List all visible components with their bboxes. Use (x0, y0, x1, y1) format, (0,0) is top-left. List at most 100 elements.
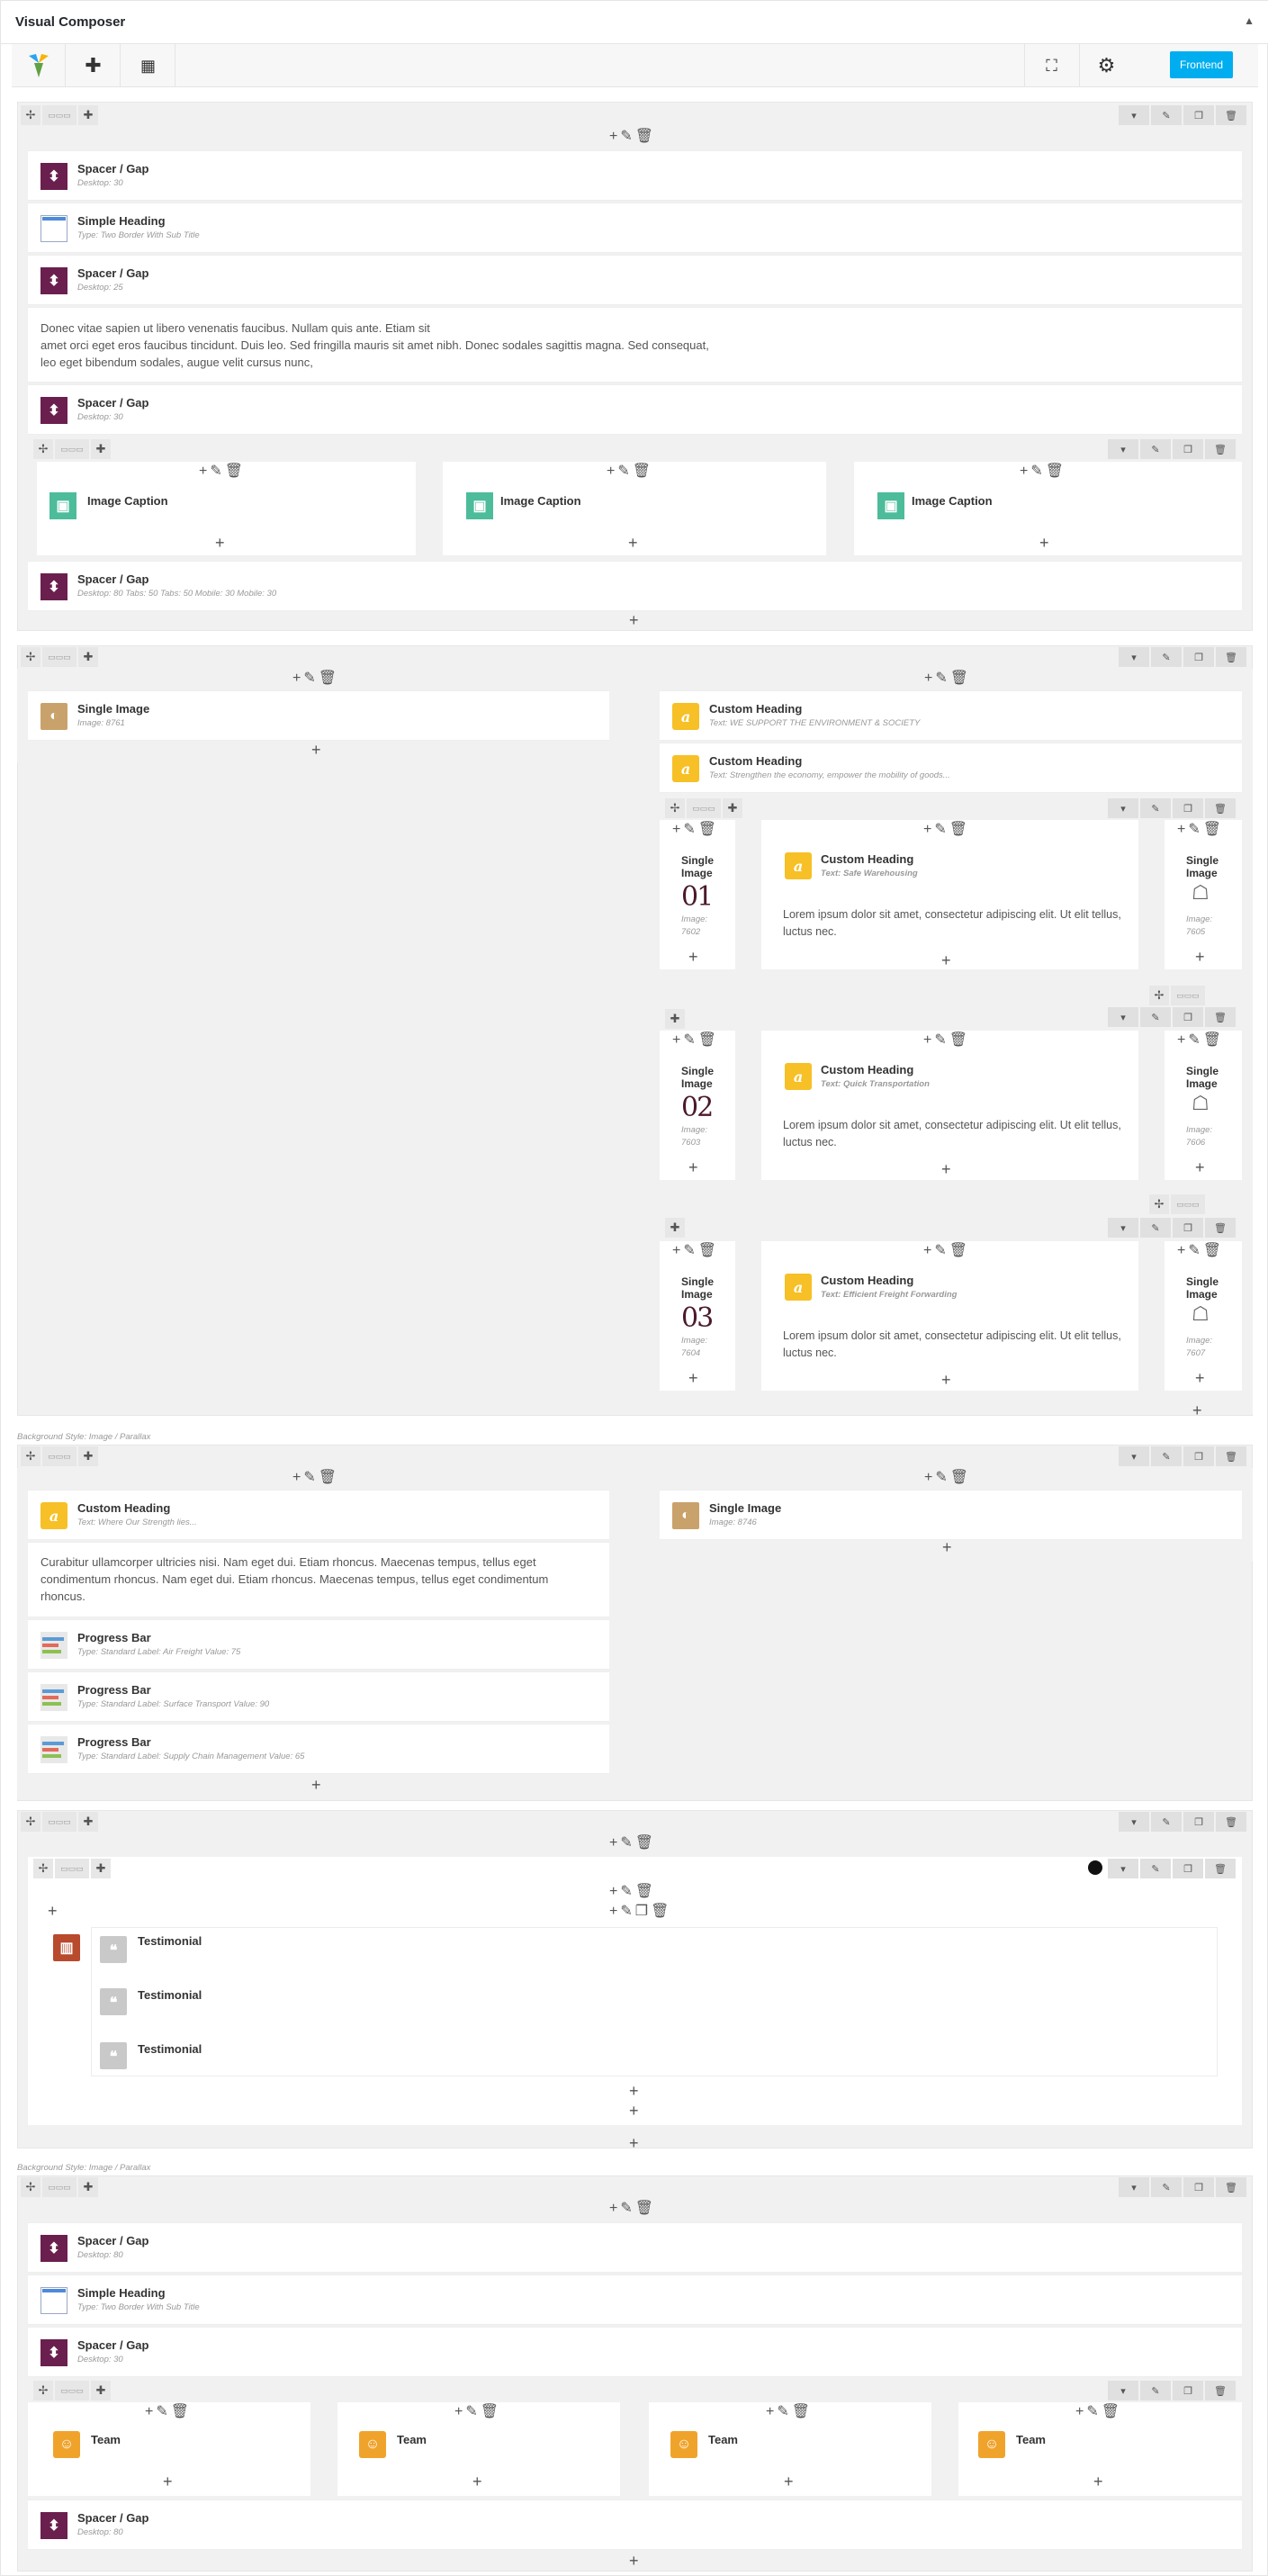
add-element-plus[interactable]: + (629, 2102, 639, 2121)
element-name[interactable]: Image Caption (500, 494, 581, 508)
column-controls[interactable]: +✎🗑 (924, 669, 971, 687)
add-column-icon[interactable]: ✚ (723, 798, 742, 818)
element-name[interactable]: Single Image (1186, 1065, 1231, 1090)
layout-icon[interactable]: ▭▭▭ (42, 647, 76, 667)
row-5-controls-left[interactable]: ✢ ▭▭▭ ✚ (21, 2177, 98, 2197)
layout-icon[interactable]: ▭▭▭ (55, 439, 89, 459)
add-column-icon[interactable]: ✚ (78, 1812, 98, 1832)
add-element-plus[interactable]: + (1192, 1401, 1202, 1420)
add-column-icon[interactable]: ✚ (665, 1009, 685, 1029)
clone-icon[interactable]: ❐ (1183, 1812, 1214, 1832)
text-block-content[interactable]: Lorem ipsum dolor sit amet, consectetur … (783, 1328, 1125, 1362)
column-controls[interactable]: +✎🗑 (766, 2402, 813, 2420)
add-element-plus[interactable]: + (784, 2472, 794, 2491)
delete-icon[interactable]: 🗑 (1216, 2177, 1246, 2197)
inner-row-controls-left[interactable]: ✢ ▭▭▭ ✚ (33, 439, 111, 459)
column-controls[interactable]: +✎🗑 (672, 1031, 719, 1049)
move-icon[interactable]: ✢ (1149, 1194, 1169, 1214)
move-icon[interactable]: ✢ (665, 798, 685, 818)
inner-row-move-controls[interactable]: ✢ ▭▭▭ (1149, 986, 1205, 1005)
templates-icon[interactable]: ▦ (121, 44, 175, 87)
add-element-plus[interactable]: + (311, 1776, 321, 1795)
add-element-plus[interactable]: + (311, 741, 321, 760)
add-element-plus[interactable]: + (688, 1369, 698, 1388)
delete-icon[interactable]: 🗑 (1205, 439, 1236, 459)
add-element-plus[interactable]: + (1195, 1158, 1205, 1177)
add-element-plus[interactable]: + (1195, 948, 1205, 967)
progress-bar-element[interactable]: Progress Bar Type: Standard Label: Suppl… (28, 1724, 609, 1774)
add-element-plus[interactable]: + (1195, 1369, 1205, 1388)
layout-icon[interactable]: ▭▭▭ (42, 105, 76, 125)
column-controls[interactable]: +✎🗑 (145, 2402, 192, 2420)
delete-icon[interactable]: 🗑 (1216, 647, 1246, 667)
edit-icon[interactable]: ✎ (1151, 1812, 1182, 1832)
element-name[interactable]: Team (91, 2433, 121, 2446)
toggle-icon[interactable]: ▾ (1119, 2177, 1149, 2197)
toggle-icon[interactable]: ▾ (1108, 1859, 1138, 1878)
add-column-icon[interactable]: ✚ (78, 647, 98, 667)
clone-icon[interactable]: ❐ (1173, 1218, 1203, 1238)
inner-row-controls-left[interactable]: ✢ ▭▭▭ ✚ (33, 2381, 111, 2400)
clone-icon[interactable]: ❐ (1183, 2177, 1214, 2197)
inner-row-controls-left[interactable]: ✢ ▭▭▭ ✚ (33, 1859, 111, 1878)
column-controls[interactable]: +✎🗑 (1075, 2402, 1122, 2420)
add-column-icon[interactable]: ✚ (78, 2177, 98, 2197)
spacer-element[interactable]: ⬍ Spacer / Gap Desktop: 80 (28, 2499, 1242, 2550)
add-element-plus[interactable]: + (48, 1902, 58, 1921)
column-controls[interactable]: +✎🗑 (923, 1241, 970, 1259)
heading-element[interactable]: Simple Heading Type: Two Border With Sub… (28, 2274, 1242, 2325)
clone-icon[interactable]: ❐ (1173, 1007, 1203, 1027)
add-column-icon[interactable]: ✚ (665, 1218, 685, 1238)
edit-icon[interactable]: ✎ (1140, 2381, 1171, 2400)
move-icon[interactable]: ✢ (21, 105, 40, 125)
move-icon[interactable]: ✢ (33, 2381, 53, 2400)
toggle-icon[interactable]: ▾ (1108, 1007, 1138, 1027)
single-image-element[interactable]: ◐ Single Image Image: 8761 (28, 690, 609, 741)
element-name[interactable]: Testimonial (138, 1988, 202, 2002)
element-name[interactable]: Team (397, 2433, 427, 2446)
edit-icon[interactable]: ✎ (1140, 1218, 1171, 1238)
row-3-controls-left[interactable]: ✢ ▭▭▭ ✚ (21, 1446, 98, 1466)
element-name[interactable]: Testimonial (138, 1934, 202, 1948)
column-controls[interactable]: +✎🗑 (199, 462, 246, 480)
gear-icon[interactable]: ⚙ (1079, 44, 1133, 87)
edit-icon[interactable]: ✎ (1140, 1007, 1171, 1027)
delete-icon[interactable]: 🗑 (1205, 1859, 1236, 1878)
layout-icon[interactable]: ▭▭▭ (42, 1812, 76, 1832)
inner-row-controls-right[interactable]: ▾ ✎ ❐ 🗑 (1108, 2381, 1236, 2400)
row-4-controls-right[interactable]: ▾ ✎ ❐ 🗑 (1119, 1812, 1246, 1832)
add-element-plus[interactable]: + (1039, 534, 1049, 553)
row-3-controls-right[interactable]: ▾ ✎ ❐ 🗑 (1119, 1446, 1246, 1466)
element-name[interactable]: Single Image (1186, 854, 1231, 879)
custom-heading-element[interactable]: a Custom Heading Text: WE SUPPORT THE EN… (660, 690, 1242, 741)
column-controls[interactable]: +✎🗑 (1177, 820, 1224, 838)
add-element-plus[interactable]: + (942, 1538, 952, 1557)
text-block-element[interactable]: Curabitur ullamcorper ultricies nisi. Na… (28, 1542, 609, 1617)
column-controls[interactable]: +✎🗑 (924, 1468, 971, 1486)
add-element-plus[interactable]: + (688, 1158, 698, 1177)
column-controls[interactable]: +✎🗑 (1020, 462, 1066, 480)
inner-row-controls-right[interactable]: ▾ ✎ ❐ 🗑 (1108, 439, 1236, 459)
delete-icon[interactable]: 🗑 (1205, 2381, 1236, 2400)
inner-row-controls-left[interactable]: ✚ (665, 1009, 685, 1029)
element-name[interactable]: Single Image (681, 854, 726, 879)
edit-icon[interactable]: ✎ (1140, 798, 1171, 818)
move-icon[interactable]: ✢ (21, 1446, 40, 1466)
layout-icon[interactable]: ▭▭▭ (687, 798, 721, 818)
move-icon[interactable]: ✢ (33, 439, 53, 459)
row-5-controls-right[interactable]: ▾ ✎ ❐ 🗑 (1119, 2177, 1246, 2197)
row-1-controls-right[interactable]: ▾ ✎ ❐ 🗑 (1119, 105, 1246, 125)
clone-icon[interactable]: ❐ (1173, 2381, 1203, 2400)
delete-icon[interactable]: 🗑 (1216, 105, 1246, 125)
column-controls[interactable]: +✎🗑 (292, 1468, 339, 1486)
inner-row-controls-right[interactable]: ▾ ✎ ❐ 🗑 (1108, 1218, 1236, 1238)
custom-heading-element[interactable]: a Custom Heading Text: Strengthen the ec… (660, 743, 1242, 793)
add-element-plus[interactable]: + (163, 2472, 173, 2491)
element-name[interactable]: Team (1016, 2433, 1046, 2446)
layout-icon[interactable]: ▭▭▭ (55, 1859, 89, 1878)
column-controls[interactable]: +✎🗑 (609, 1882, 656, 1900)
add-element-plus[interactable]: + (941, 951, 951, 970)
delete-icon[interactable]: 🗑 (1205, 1218, 1236, 1238)
edit-icon[interactable]: ✎ (1151, 647, 1182, 667)
toggle-icon[interactable]: ▾ (1119, 647, 1149, 667)
